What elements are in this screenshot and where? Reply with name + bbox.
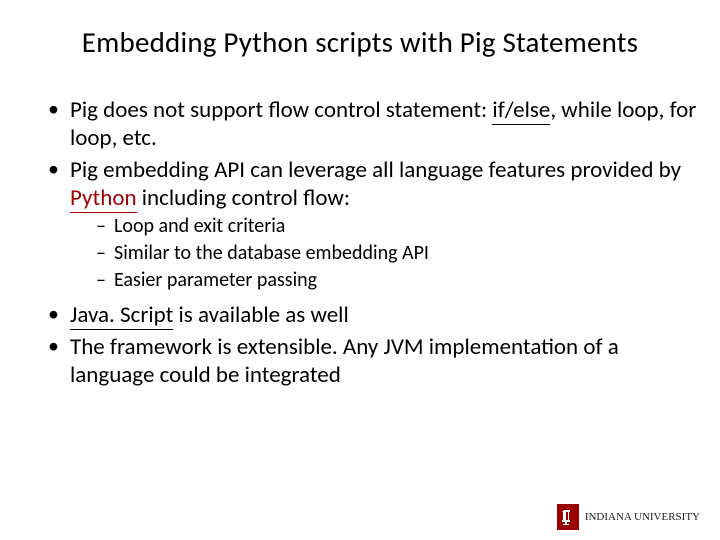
sub-bullet-item: Loop and exit criteria — [96, 214, 700, 239]
underline-text: if/else — [492, 96, 550, 125]
bullet-item: Java. Script is available as well — [48, 301, 700, 329]
underline-red-text: Python — [70, 184, 137, 213]
bullet-item: The framework is extensible. Any JVM imp… — [48, 333, 700, 389]
bullet-text: Pig does not support flow control statem… — [70, 96, 492, 124]
bullet-item: Pig embedding API can leverage all langu… — [48, 156, 700, 293]
underline-text: Java. Script — [70, 301, 173, 330]
sub-bullet-list: Loop and exit criteria Similar to the da… — [70, 214, 700, 293]
slide-content: Pig does not support flow control statem… — [0, 68, 720, 389]
slide-title: Embedding Python scripts with Pig Statem… — [0, 0, 720, 68]
iu-trident-icon — [557, 504, 579, 530]
bullet-text: is available as well — [173, 301, 348, 329]
footer-logo: INDIANA UNIVERSITY — [557, 504, 700, 530]
bullet-text: Pig embedding API can leverage all langu… — [70, 156, 681, 184]
bullet-list: Pig does not support flow control statem… — [20, 96, 700, 389]
bullet-text: including control flow: — [137, 184, 350, 212]
slide: Embedding Python scripts with Pig Statem… — [0, 0, 720, 540]
logo-text: INDIANA UNIVERSITY — [585, 511, 700, 523]
sub-bullet-item: Easier parameter passing — [96, 268, 700, 293]
sub-bullet-item: Similar to the database embedding API — [96, 241, 700, 266]
bullet-item: Pig does not support flow control statem… — [48, 96, 700, 152]
